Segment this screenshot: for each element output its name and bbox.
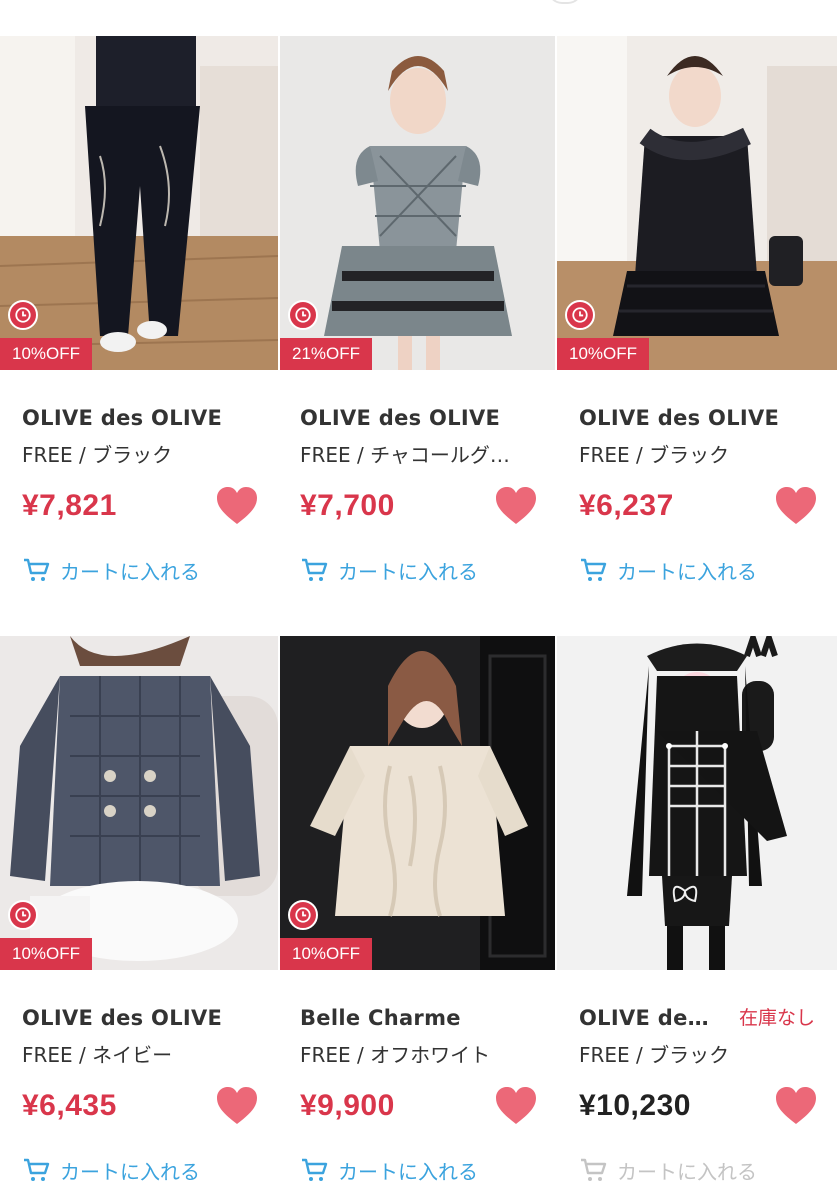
- discount-badge: 21%OFF: [280, 338, 373, 370]
- price: ¥6,435: [22, 1089, 117, 1122]
- product-card[interactable]: 21%OFF OLIVE des OLIVE FREE / チャコールグ… ¥7…: [278, 36, 557, 636]
- product-photo: [0, 636, 278, 970]
- heart-icon[interactable]: [773, 484, 819, 528]
- add-to-cart-button[interactable]: カートに入れる: [579, 555, 815, 585]
- cart-icon: [302, 1158, 328, 1181]
- clock-icon: [288, 300, 318, 330]
- price: ¥6,237: [579, 489, 674, 522]
- cart-icon: [581, 1158, 607, 1181]
- size-color: FREE / ブラック: [22, 443, 173, 467]
- clock-icon: [8, 300, 38, 330]
- product-image[interactable]: 10%OFF: [0, 636, 278, 970]
- brand-name: OLIVE des OLIVE: [22, 406, 223, 430]
- product-image[interactable]: 10%OFF: [557, 36, 837, 370]
- cart-icon: [302, 558, 328, 581]
- cart-icon: [24, 1158, 50, 1181]
- clock-icon: [8, 900, 38, 930]
- brand-name: OLIVE des OLIVE: [300, 406, 501, 430]
- price: ¥9,900: [300, 1089, 395, 1122]
- add-to-cart-button[interactable]: カートに入れる: [300, 555, 535, 585]
- clock-icon: [565, 300, 595, 330]
- product-image[interactable]: 10%OFF: [278, 636, 557, 970]
- product-image[interactable]: 10%OFF: [0, 36, 278, 370]
- product-photo: [557, 636, 837, 970]
- clock-icon: [288, 900, 318, 930]
- out-of-stock-label: 在庫なし: [738, 1007, 815, 1029]
- discount-badge: 10%OFF: [280, 938, 373, 970]
- cart-label: カートに入れる: [617, 1159, 757, 1184]
- brand-name: OLIVE des OLIVE: [579, 406, 780, 430]
- size-color: FREE / オフホワイト: [300, 1043, 491, 1067]
- size-color: FREE / ブラック: [579, 443, 730, 467]
- heart-icon[interactable]: [773, 1084, 819, 1128]
- cart-icon: [24, 558, 50, 581]
- discount-badge: 10%OFF: [557, 338, 650, 370]
- product-card[interactable]: 10%OFF OLIVE des OLIVE FREE / ネイビー ¥6,43…: [0, 636, 278, 1200]
- cart-label: カートに入れる: [60, 559, 200, 584]
- discount-badge: 10%OFF: [0, 938, 93, 970]
- product-photo: [280, 36, 555, 370]
- heart-icon[interactable]: [214, 484, 260, 528]
- price: ¥7,821: [22, 489, 117, 522]
- price: ¥10,230: [579, 1089, 691, 1122]
- add-to-cart-button[interactable]: カートに入れる: [22, 1155, 256, 1185]
- heart-icon[interactable]: [214, 1084, 260, 1128]
- cart-label: カートに入れる: [60, 1159, 200, 1184]
- add-to-cart-button[interactable]: カートに入れる: [300, 1155, 535, 1185]
- product-grid: 10%OFF OLIVE des OLIVE FREE / ブラック ¥7,82…: [0, 36, 837, 1200]
- product-photo: [280, 636, 555, 970]
- product-card[interactable]: 10%OFF OLIVE des OLIVE FREE / ブラック ¥6,23…: [557, 36, 837, 636]
- pull-indicator: [548, 0, 582, 4]
- add-to-cart-button[interactable]: カートに入れる: [22, 555, 256, 585]
- brand-name: OLIVE des OLIVE: [22, 1006, 223, 1030]
- product-photo: [557, 36, 837, 370]
- product-card[interactable]: 10%OFF Belle Charme FREE / オフホワイト ¥9,900…: [278, 636, 557, 1200]
- product-card[interactable]: 10%OFF OLIVE des OLIVE FREE / ブラック ¥7,82…: [0, 36, 278, 636]
- top-bar: [0, 0, 837, 36]
- cart-icon: [581, 558, 607, 581]
- size-color: FREE / ネイビー: [22, 1043, 173, 1067]
- heart-icon[interactable]: [493, 1084, 539, 1128]
- cart-label: カートに入れる: [338, 1159, 478, 1184]
- cart-label: カートに入れる: [338, 559, 478, 584]
- product-card[interactable]: OLIVE de… 在庫なし FREE / ブラック ¥10,230 カートに入…: [557, 636, 837, 1200]
- size-color: FREE / ブラック: [579, 1043, 730, 1067]
- heart-icon[interactable]: [493, 484, 539, 528]
- brand-name: Belle Charme: [300, 1006, 461, 1030]
- price: ¥7,700: [300, 489, 395, 522]
- product-image[interactable]: 21%OFF: [278, 36, 557, 370]
- size-color: FREE / チャコールグ…: [300, 443, 510, 467]
- discount-badge: 10%OFF: [0, 338, 93, 370]
- product-photo: [0, 36, 278, 370]
- brand-name: OLIVE de…: [579, 1006, 709, 1030]
- product-image[interactable]: [557, 636, 837, 970]
- add-to-cart-button-disabled: カートに入れる: [579, 1155, 815, 1185]
- cart-label: カートに入れる: [617, 559, 757, 584]
